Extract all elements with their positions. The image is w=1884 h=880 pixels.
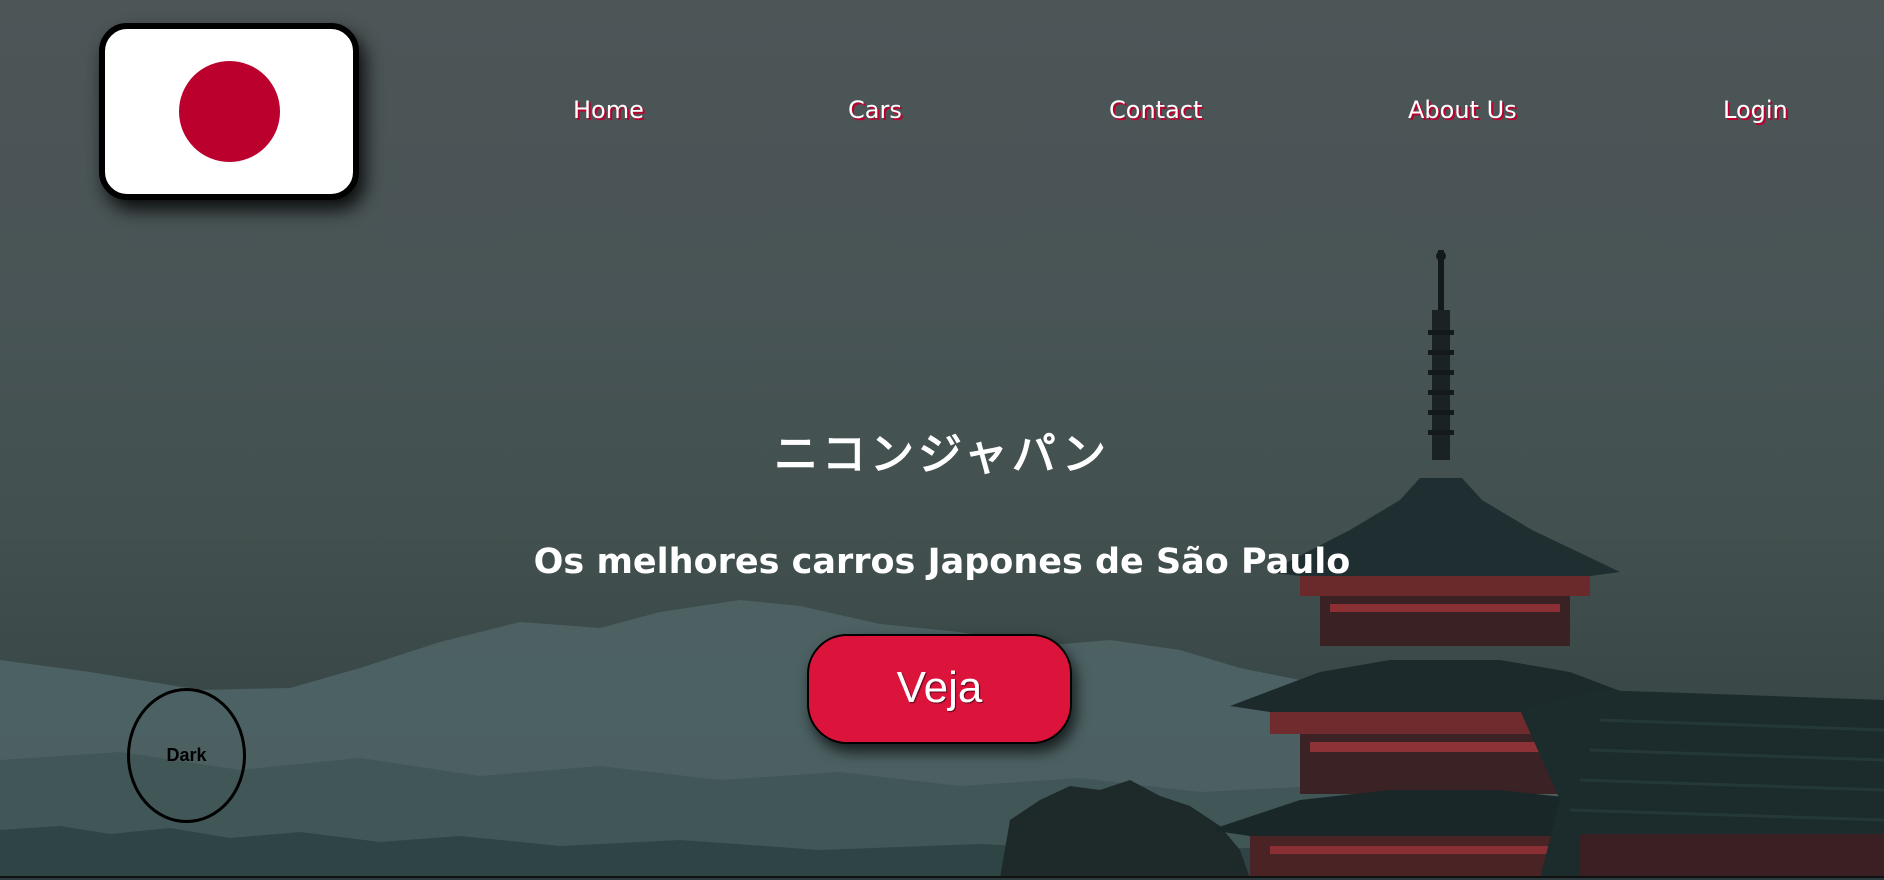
- main-nav: Home Cars Contact About Us Login: [0, 96, 1884, 132]
- hero-title: ニコンジャパン: [774, 429, 1110, 480]
- hero-section: Home Cars Contact About Us Login ニコンジャパン…: [0, 0, 1884, 878]
- veja-button[interactable]: Veja: [807, 634, 1072, 744]
- nav-link-login[interactable]: Login: [1723, 96, 1788, 124]
- nav-link-contact[interactable]: Contact: [1109, 96, 1202, 124]
- dark-mode-toggle[interactable]: Dark: [127, 688, 246, 823]
- hero-subtitle: Os melhores carros Japones de São Paulo: [533, 542, 1351, 582]
- nav-link-home[interactable]: Home: [573, 96, 644, 124]
- nav-link-about-us[interactable]: About Us: [1408, 96, 1517, 124]
- nav-link-cars[interactable]: Cars: [848, 96, 902, 124]
